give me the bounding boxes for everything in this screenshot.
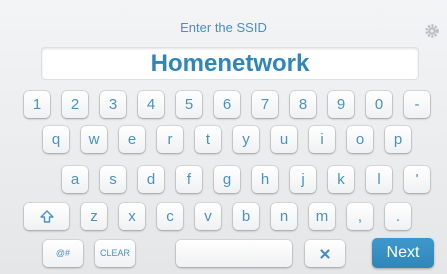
key-9[interactable]: 9 bbox=[328, 91, 354, 118]
next-button[interactable]: Next bbox=[372, 238, 434, 268]
key-m[interactable]: m bbox=[309, 203, 335, 230]
space-key[interactable] bbox=[176, 240, 292, 267]
key-h[interactable]: h bbox=[252, 166, 278, 193]
key-period[interactable]: . bbox=[385, 203, 411, 230]
key-5[interactable]: 5 bbox=[176, 91, 202, 118]
ssid-input[interactable]: Homenetwork bbox=[42, 48, 418, 79]
key-k[interactable]: k bbox=[328, 166, 354, 193]
key-o[interactable]: o bbox=[347, 126, 373, 153]
key-8[interactable]: 8 bbox=[290, 91, 316, 118]
key-z[interactable]: z bbox=[81, 203, 107, 230]
symbols-key[interactable]: @# bbox=[43, 240, 83, 267]
key-u[interactable]: u bbox=[271, 126, 297, 153]
backspace-key[interactable] bbox=[305, 240, 345, 267]
key-q[interactable]: q bbox=[43, 126, 69, 153]
gear-icon[interactable] bbox=[425, 24, 439, 38]
delete-x-icon bbox=[320, 248, 330, 259]
key-l[interactable]: l bbox=[366, 166, 392, 193]
key-1[interactable]: 1 bbox=[24, 91, 50, 118]
key-v[interactable]: v bbox=[195, 203, 221, 230]
key-j[interactable]: j bbox=[290, 166, 316, 193]
key-c[interactable]: c bbox=[157, 203, 183, 230]
key-minus[interactable]: - bbox=[404, 91, 430, 118]
key-3[interactable]: 3 bbox=[100, 91, 126, 118]
shift-key[interactable] bbox=[24, 203, 69, 230]
key-comma[interactable]: , bbox=[347, 203, 373, 230]
dialog-title: Enter the SSID bbox=[180, 20, 267, 35]
key-4[interactable]: 4 bbox=[138, 91, 164, 118]
key-7[interactable]: 7 bbox=[252, 91, 278, 118]
key-i[interactable]: i bbox=[309, 126, 335, 153]
key-w[interactable]: w bbox=[81, 126, 107, 153]
key-f[interactable]: f bbox=[176, 166, 202, 193]
key-t[interactable]: t bbox=[195, 126, 221, 153]
key-p[interactable]: p bbox=[385, 126, 411, 153]
key-b[interactable]: b bbox=[233, 203, 259, 230]
key-d[interactable]: d bbox=[138, 166, 164, 193]
key-apostrophe[interactable]: ' bbox=[404, 166, 430, 193]
key-s[interactable]: s bbox=[100, 166, 126, 193]
key-0[interactable]: 0 bbox=[366, 91, 392, 118]
key-g[interactable]: g bbox=[214, 166, 240, 193]
key-n[interactable]: n bbox=[271, 203, 297, 230]
clear-key[interactable]: CLEAR bbox=[95, 240, 135, 267]
key-x[interactable]: x bbox=[119, 203, 145, 230]
key-r[interactable]: r bbox=[157, 126, 183, 153]
key-y[interactable]: y bbox=[233, 126, 259, 153]
key-2[interactable]: 2 bbox=[62, 91, 88, 118]
key-6[interactable]: 6 bbox=[214, 91, 240, 118]
key-a[interactable]: a bbox=[62, 166, 88, 193]
shift-arrow-icon bbox=[39, 210, 54, 223]
key-e[interactable]: e bbox=[119, 126, 145, 153]
